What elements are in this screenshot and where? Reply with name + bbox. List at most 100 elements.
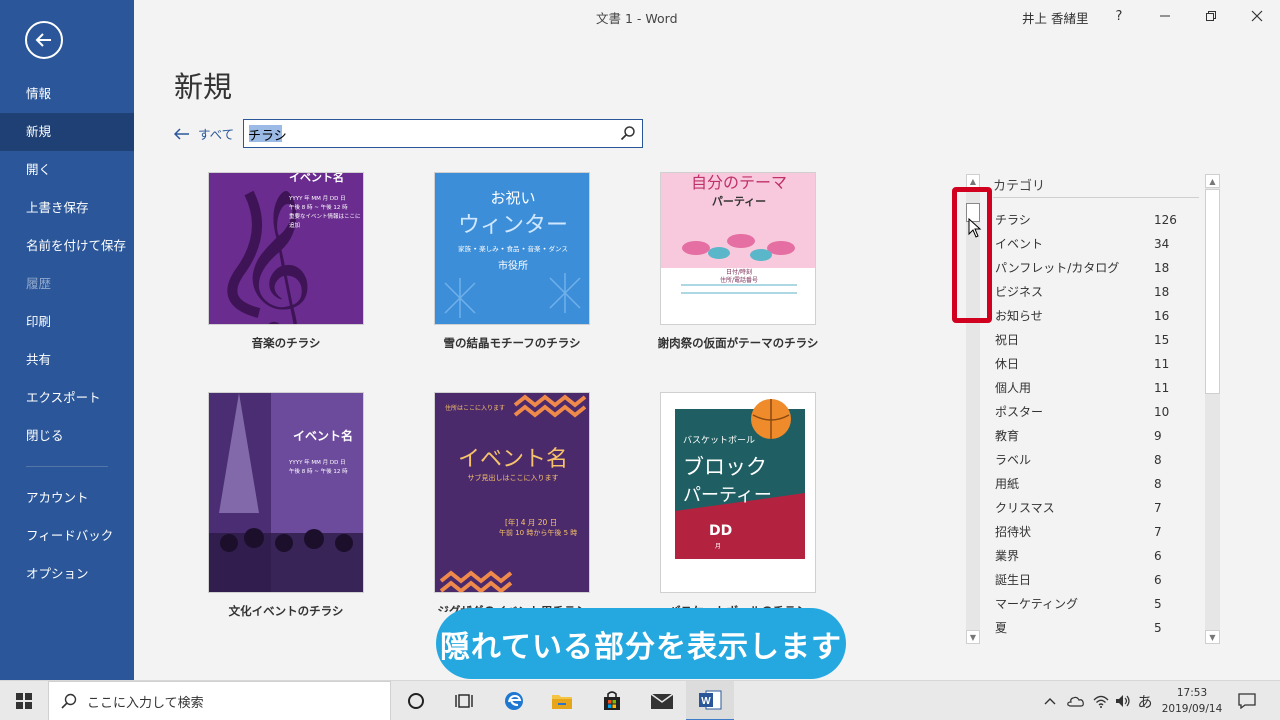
edge-button[interactable] <box>490 681 538 720</box>
category-item[interactable]: クリスマス 7 <box>984 496 1204 520</box>
ime-indicator[interactable]: あ <box>1134 681 1156 720</box>
template-card-culture[interactable]: イベント名 YYYY 年 MM 月 DD 日 午後 8 時 ~ 午後 12 時 … <box>208 392 434 622</box>
chevron-up-icon <box>1044 698 1056 705</box>
restore-button[interactable] <box>1188 0 1234 32</box>
category-name: 教育 <box>995 429 1020 443</box>
user-name[interactable]: 井上 香緒里 <box>1022 8 1088 27</box>
show-hidden-icons[interactable] <box>1040 681 1060 720</box>
network-tray[interactable] <box>1090 681 1112 720</box>
scroll-up-arrow[interactable]: ▲ <box>966 174 980 188</box>
scroll-down-arrow[interactable]: ▼ <box>966 630 980 644</box>
category-name: 業界 <box>995 549 1020 563</box>
task-view-icon <box>455 694 473 708</box>
word-button[interactable]: W <box>686 681 734 720</box>
template-search-box[interactable] <box>243 119 643 148</box>
cortana-icon <box>408 693 424 709</box>
scroll-up-arrow[interactable]: ▲ <box>1205 174 1220 188</box>
template-card-carnival[interactable]: 自分のテーマ パーティー 日付/時刻 住所/電話番号 謝肉祭の仮面がテーマのチラ… <box>658 172 886 362</box>
category-item[interactable]: 祝日 15 <box>984 328 1204 352</box>
category-item[interactable]: ポスター 10 <box>984 400 1204 424</box>
thumb-top: 住所はここに入ります <box>445 405 506 412</box>
category-name: お知らせ <box>995 309 1043 323</box>
nav-divider <box>26 466 108 467</box>
category-item[interactable]: 夏5 <box>984 616 1204 640</box>
category-count: 6 <box>1154 549 1162 563</box>
category-item[interactable]: 業界 6 <box>984 544 1204 568</box>
cloud-icon <box>1067 696 1084 707</box>
nav-item-save[interactable]: 上書き保存 <box>0 189 134 227</box>
thumb-place: 市役所 <box>498 261 528 272</box>
scroll-down-arrow[interactable]: ▼ <box>1205 630 1220 644</box>
scrollbar-thumb[interactable] <box>1205 189 1220 394</box>
back-arrow-icon <box>35 33 51 47</box>
category-item[interactable]: 誕生日 6 <box>984 568 1204 592</box>
start-button[interactable] <box>0 681 48 720</box>
category-item[interactable]: パンフレット/カタログ 18 <box>984 256 1204 280</box>
category-item[interactable]: ビジネス 18 <box>984 280 1204 304</box>
template-search-input[interactable] <box>248 124 608 144</box>
category-item[interactable]: 教育 9 <box>984 424 1204 448</box>
category-count: 126 <box>1154 213 1177 227</box>
mail-button[interactable] <box>638 681 686 720</box>
nav-item-close[interactable]: 閉じる <box>0 417 134 455</box>
task-view-button[interactable] <box>440 681 488 720</box>
nav-item-open[interactable]: 開く <box>0 151 134 189</box>
taskbar-search-placeholder: ここに入力して検索 <box>87 695 204 711</box>
category-item[interactable]: 用紙 8 <box>984 472 1204 496</box>
minimize-button[interactable] <box>1142 0 1188 32</box>
store-button[interactable] <box>588 681 636 720</box>
nav-item-info[interactable]: 情報 <box>0 75 134 113</box>
taskbar-search-box[interactable]: ここに入力して検索 <box>48 681 391 720</box>
nav-item-save-as[interactable]: 名前を付けて保存 <box>0 227 134 265</box>
thumb-sub: 家族 • 楽しみ • 食品 • 音楽 • ダンス <box>458 245 568 253</box>
system-clock[interactable]: 17:53 2019/09/14 <box>1158 685 1226 717</box>
category-item[interactable]: 個人用 11 <box>984 376 1204 400</box>
nav-item-share[interactable]: 共有 <box>0 341 134 379</box>
thumb-heading: イベント名 <box>293 429 354 443</box>
onedrive-tray[interactable] <box>1064 681 1086 720</box>
nav-item-account[interactable]: アカウント <box>0 479 134 517</box>
category-count: 6 <box>1154 573 1162 587</box>
category-item[interactable]: チラシ 126 <box>984 208 1204 232</box>
category-count: 5 <box>1154 597 1162 611</box>
category-item[interactable]: イベント 34 <box>984 232 1204 256</box>
volume-tray[interactable] <box>1112 681 1134 720</box>
template-card-snow[interactable]: お祝い ウィンター 家族 • 楽しみ • 食品 • 音楽 • ダンス 市役所 雪… <box>434 172 660 362</box>
template-name: 文化イベントのチラシ <box>228 604 344 618</box>
category-item[interactable]: ラベル 8 <box>984 448 1204 472</box>
thumb-line: 午後 8 時 ~ 午後 12 時 <box>289 205 348 211</box>
search-icon[interactable] <box>620 125 636 145</box>
nav-item-export[interactable]: エクスポート <box>0 379 134 417</box>
category-count: 16 <box>1154 309 1170 323</box>
template-name: 謝肉祭の仮面がテーマのチラシ <box>657 336 819 350</box>
action-center-button[interactable] <box>1232 681 1262 720</box>
back-arrow-button[interactable] <box>25 21 63 59</box>
file-explorer-button[interactable] <box>538 681 586 720</box>
search-icon <box>61 693 77 709</box>
category-name: 祝日 <box>995 333 1020 347</box>
template-card-music[interactable]: 𝄞 イベント名 YYYY 年 MM 月 DD 日 午後 8 時 ~ 午後 12 … <box>208 172 434 362</box>
edge-icon <box>505 692 523 710</box>
nav-item-feedback[interactable]: フィードバック <box>0 517 134 555</box>
back-to-all-link[interactable]: すべて <box>174 124 234 143</box>
category-name: パンフレット/カタログ <box>995 261 1120 275</box>
nav-item-new[interactable]: 新規 <box>0 113 134 151</box>
category-header: カテゴリ <box>993 179 1046 194</box>
category-item[interactable]: マーケティング 5 <box>984 592 1204 616</box>
category-count: 5 <box>1154 621 1162 635</box>
clock-date: 2019/09/14 <box>1161 703 1223 715</box>
help-button[interactable]: ? <box>1096 0 1142 32</box>
cortana-button[interactable] <box>392 681 440 720</box>
category-count: 7 <box>1154 501 1162 515</box>
thumb-line: 重要なイベント情報はここに追加 <box>289 214 361 229</box>
template-card-basketball[interactable]: バスケットボール ブロック パーティー DD 月 バスケットボールのチラシ <box>660 392 886 612</box>
close-button[interactable] <box>1234 0 1280 32</box>
category-item[interactable]: 休日 11 <box>984 352 1204 376</box>
nav-item-print[interactable]: 印刷 <box>0 303 134 341</box>
category-name: 休日 <box>995 357 1020 371</box>
category-item[interactable]: 招待状 7 <box>984 520 1204 544</box>
template-card-zigzag[interactable]: 住所はここに入ります イベント名 サブ見出しはここに入ります [年] 4 月 2… <box>434 392 660 612</box>
category-item[interactable]: お知らせ 16 <box>984 304 1204 328</box>
category-list-scrollbar[interactable]: ▲ ▼ <box>1205 174 1220 644</box>
nav-item-options[interactable]: オプション <box>0 555 134 593</box>
